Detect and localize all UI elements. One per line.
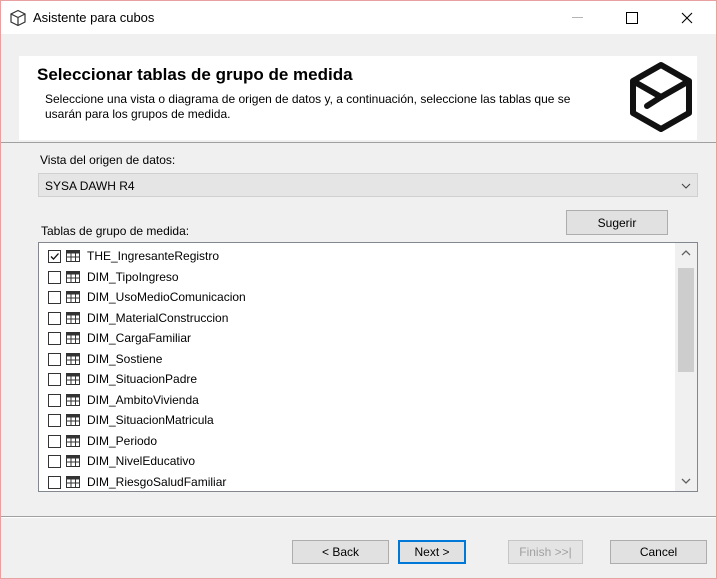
- minimize-button[interactable]: [554, 1, 600, 34]
- chevron-down-icon: [681, 478, 691, 484]
- wizard-header: Seleccionar tablas de grupo de medida Se…: [19, 56, 697, 140]
- table-checkbox[interactable]: [48, 332, 61, 345]
- list-item[interactable]: DIM_MaterialConstruccion: [39, 309, 675, 330]
- header-divider: [1, 142, 716, 143]
- table-checkbox[interactable]: [48, 414, 61, 427]
- table-name: DIM_TipoIngreso: [87, 269, 179, 284]
- checkmark-icon: [50, 253, 59, 260]
- list-item[interactable]: DIM_SituacionPadre: [39, 370, 675, 391]
- data-source-select[interactable]: SYSA DAWH R4: [38, 173, 698, 197]
- scroll-up-button[interactable]: [675, 243, 697, 263]
- table-name: DIM_SituacionPadre: [87, 372, 198, 386]
- table-checkbox[interactable]: [48, 455, 61, 468]
- table-name: DIM_MaterialConstruccion: [87, 310, 229, 325]
- close-button[interactable]: [664, 1, 710, 34]
- chevron-up-icon: [681, 250, 691, 256]
- chevron-down-icon: [681, 183, 691, 189]
- cancel-button[interactable]: Cancel: [610, 540, 707, 564]
- vertical-scrollbar[interactable]: [675, 243, 697, 491]
- list-item[interactable]: DIM_RiesgoSaludFamiliar: [39, 473, 675, 492]
- data-source-label: Vista del origen de datos:: [40, 153, 176, 167]
- tables-label: Tablas de grupo de medida:: [41, 224, 190, 238]
- list-item[interactable]: DIM_Sostiene: [39, 350, 675, 371]
- scroll-down-button[interactable]: [675, 471, 697, 491]
- table-icon: [66, 352, 80, 365]
- table-name: DIM_SituacionMatricula: [87, 413, 214, 427]
- table-name: DIM_UsoMedioComunicacion: [87, 290, 246, 304]
- list-item[interactable]: DIM_NivelEducativo: [39, 452, 675, 473]
- window-title: Asistente para cubos: [33, 10, 155, 25]
- table-icon: [66, 455, 80, 467]
- tables-list: THE_IngresanteRegistro DIM_TipoIngreso DIM…: [39, 247, 675, 492]
- list-item[interactable]: DIM_SituacionMatricula: [39, 411, 675, 432]
- table-icon: [66, 270, 80, 283]
- wizard-window: Asistente para cubos Seleccionar tablas …: [0, 0, 717, 579]
- table-icon: [66, 414, 80, 426]
- maximize-icon: [626, 11, 638, 24]
- list-item[interactable]: DIM_Periodo: [39, 432, 675, 453]
- cube-logo-icon: [630, 62, 692, 132]
- maximize-button[interactable]: [609, 1, 655, 34]
- table-name: DIM_NivelEducativo: [87, 454, 196, 468]
- table-icon: [66, 332, 80, 344]
- table-name: DIM_RiesgoSaludFamiliar: [87, 474, 227, 489]
- footer-divider-highlight: [1, 517, 716, 518]
- next-button[interactable]: Next >: [398, 540, 466, 564]
- table-icon: [66, 291, 80, 303]
- table-checkbox[interactable]: [48, 311, 61, 325]
- page-description: Seleccione una vista o diagrama de orige…: [45, 92, 571, 121]
- table-name: DIM_Sostiene: [87, 351, 163, 366]
- table-checkbox[interactable]: [48, 475, 61, 489]
- back-button[interactable]: < Back: [292, 540, 389, 564]
- list-item[interactable]: DIM_TipoIngreso: [39, 268, 675, 289]
- table-checkbox[interactable]: [48, 291, 61, 304]
- table-checkbox[interactable]: [48, 270, 61, 284]
- table-icon: [66, 250, 80, 262]
- table-checkbox[interactable]: [48, 250, 61, 263]
- minimize-icon: [571, 17, 583, 18]
- title-bar: Asistente para cubos: [1, 1, 716, 34]
- cube-icon: [10, 9, 26, 27]
- list-item[interactable]: DIM_CargaFamiliar: [39, 329, 675, 350]
- list-item[interactable]: THE_IngresanteRegistro: [39, 247, 675, 268]
- table-icon: [66, 393, 80, 406]
- table-checkbox[interactable]: [48, 352, 61, 366]
- list-item[interactable]: DIM_AmbitoVivienda: [39, 391, 675, 412]
- close-icon: [681, 12, 693, 23]
- table-name: DIM_CargaFamiliar: [87, 331, 192, 345]
- table-checkbox[interactable]: [48, 373, 61, 386]
- page-title: Seleccionar tablas de grupo de medida: [37, 65, 353, 84]
- table-icon: [66, 475, 80, 488]
- list-item[interactable]: DIM_UsoMedioComunicacion: [39, 288, 675, 309]
- suggest-button[interactable]: Sugerir: [566, 210, 668, 235]
- table-checkbox[interactable]: [48, 434, 61, 448]
- tables-listbox[interactable]: THE_IngresanteRegistro DIM_TipoIngreso DIM…: [38, 242, 698, 492]
- table-icon: [66, 311, 80, 324]
- scrollbar-thumb[interactable]: [678, 268, 694, 372]
- table-name: DIM_AmbitoVivienda: [87, 392, 199, 407]
- finish-button[interactable]: Finish >>|: [508, 540, 583, 564]
- table-icon: [66, 434, 80, 447]
- data-source-value: SYSA DAWH R4: [45, 179, 135, 193]
- table-name: THE_IngresanteRegistro: [87, 249, 220, 263]
- table-name: DIM_Periodo: [87, 433, 158, 448]
- table-checkbox[interactable]: [48, 393, 61, 407]
- table-icon: [66, 373, 80, 385]
